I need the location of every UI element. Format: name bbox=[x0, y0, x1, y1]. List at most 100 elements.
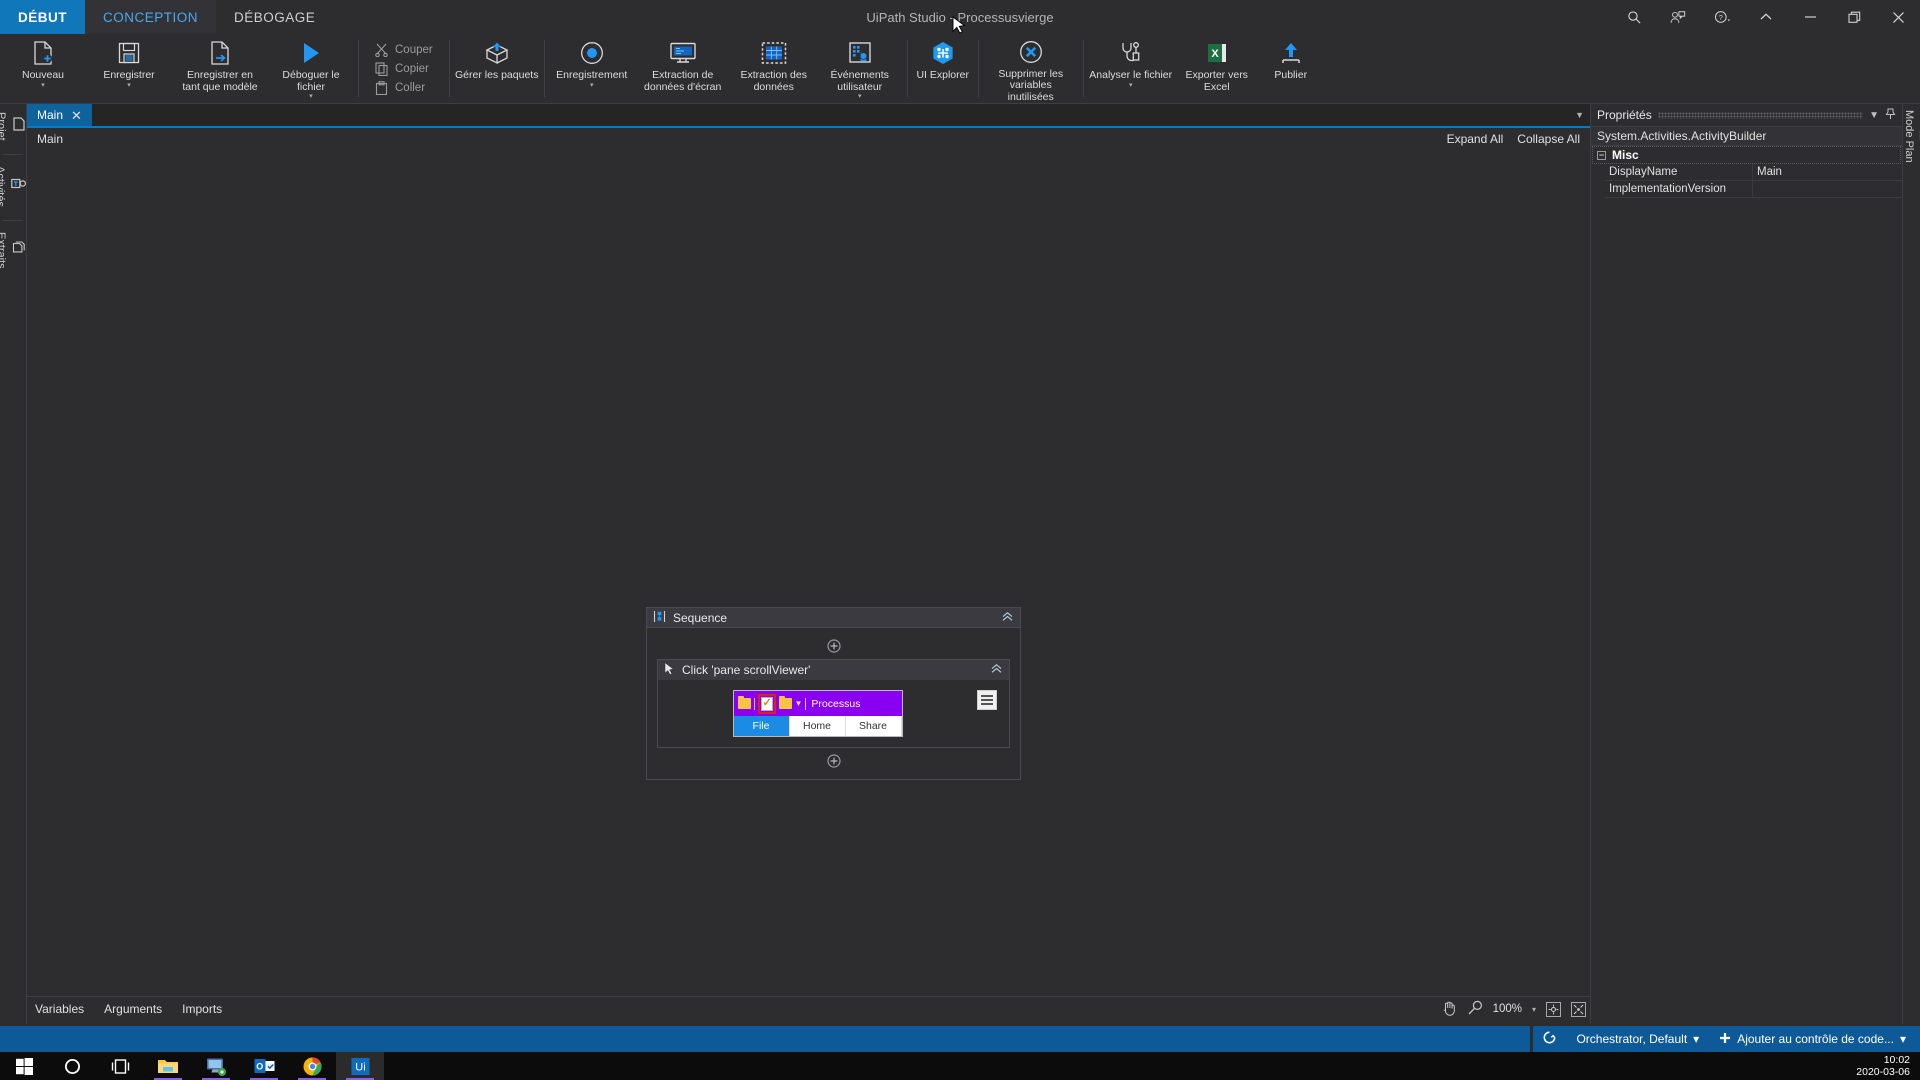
ribbon-button-enregistrer-modele[interactable]: Enregistrer en tant que modèle bbox=[172, 34, 268, 103]
ribbon-button-analyser-fichier[interactable]: Analyser le fichier ▾ bbox=[1088, 34, 1174, 103]
ribbon-button-enregistrer[interactable]: Enregistrer ▾ bbox=[86, 34, 172, 103]
tab-imports[interactable]: Imports bbox=[182, 1002, 222, 1016]
ribbon-button-enregistrement[interactable]: Enregistrement ▾ bbox=[549, 34, 635, 103]
chevron-up-icon[interactable] bbox=[1001, 611, 1014, 625]
ribbon-button-gerer-paquets[interactable]: Gérer les paquets bbox=[454, 34, 540, 103]
document-check-icon bbox=[760, 696, 773, 711]
add-activity-top[interactable] bbox=[657, 636, 1010, 656]
chevron-down-icon[interactable]: ▾ bbox=[1532, 1005, 1536, 1014]
status-bar-orchestrator: Orchestrator, Default ▾ Ajouter au contr… bbox=[1533, 1026, 1920, 1052]
activity-header[interactable]: Click 'pane scrollViewer' bbox=[658, 660, 1009, 680]
outlook-button[interactable]: O bbox=[240, 1052, 288, 1080]
ribbon-button-publier[interactable]: Publier bbox=[1260, 34, 1322, 103]
task-view-button[interactable] bbox=[96, 1052, 144, 1080]
sidebar-item-mode-plan[interactable]: Mode Plan bbox=[1903, 104, 1920, 169]
click-activity[interactable]: Click 'pane scrollViewer' ✓ ▼ Processus … bbox=[657, 659, 1010, 748]
overview-icon[interactable] bbox=[1571, 1001, 1586, 1017]
sidebar-item-label: Activités bbox=[0, 165, 6, 207]
ribbon-button-extraction-donnees[interactable]: Extraction des données bbox=[731, 34, 817, 103]
chevron-down-icon[interactable]: ▾ bbox=[1900, 1032, 1906, 1046]
add-to-source-control-button[interactable]: Ajouter au contrôle de code... ▾ bbox=[1719, 1032, 1906, 1047]
zoom-level[interactable]: 100% bbox=[1493, 1003, 1522, 1015]
highlighted-target-element bbox=[757, 693, 776, 714]
property-row-displayname[interactable]: DisplayName Main bbox=[1605, 164, 1902, 181]
search-icon[interactable] bbox=[1612, 0, 1656, 34]
chevron-down-icon[interactable]: ▾ bbox=[858, 93, 862, 100]
sidebar-item-extraits[interactable]: Extraits bbox=[0, 224, 26, 279]
ribbon-button-extraction-ecran[interactable]: Extraction de données d'écran bbox=[635, 34, 731, 103]
help-icon[interactable]: ? bbox=[1700, 0, 1744, 34]
workflow-canvas[interactable]: Sequence Click 'pane scrollViewer' ✓ ▼ P… bbox=[27, 150, 1590, 1024]
collapse-group-icon[interactable]: − bbox=[1597, 150, 1606, 160]
collapse-ribbon-icon[interactable] bbox=[1744, 0, 1788, 34]
ribbon-button-couper[interactable]: Couper bbox=[367, 40, 441, 59]
ribbon-label: Exporter vers Excel bbox=[1185, 69, 1248, 93]
ribbon-tab-conception[interactable]: CONCEPTION bbox=[85, 0, 217, 34]
properties-panel: Propriétés ▼ System.Activities.ActivityB… bbox=[1590, 104, 1902, 1024]
ribbon-label: Extraction de données d'écran bbox=[644, 69, 722, 93]
ribbon-button-nouveau[interactable]: Nouveau ▾ bbox=[0, 34, 86, 103]
chevron-down-icon[interactable]: ▾ bbox=[590, 82, 594, 89]
ribbon-tab-debogage[interactable]: DÉBOGAGE bbox=[216, 0, 333, 34]
minimize-button[interactable] bbox=[1788, 0, 1832, 34]
taskbar-clock[interactable]: 10:02 2020-03-06 bbox=[1856, 1052, 1910, 1080]
sidebar-item-label: Projet bbox=[0, 112, 7, 141]
sidebar-item-projet[interactable]: Projet bbox=[0, 104, 26, 151]
breadcrumb[interactable]: Main bbox=[37, 132, 63, 146]
ribbon-button-exporter-excel[interactable]: X Exporter vers Excel bbox=[1174, 34, 1260, 103]
divider bbox=[805, 697, 807, 710]
chevron-down-icon[interactable]: ▾ bbox=[1129, 82, 1133, 89]
user-feedback-icon[interactable] bbox=[1656, 0, 1700, 34]
start-button[interactable] bbox=[0, 1052, 48, 1080]
magnifier-icon[interactable] bbox=[1467, 1000, 1483, 1019]
property-row-implementationversion[interactable]: ImplementationVersion bbox=[1605, 181, 1902, 198]
sequence-header[interactable]: Sequence bbox=[647, 608, 1020, 628]
close-button[interactable] bbox=[1876, 0, 1920, 34]
remote-desktop-button[interactable] bbox=[192, 1052, 240, 1080]
chevron-down-icon[interactable]: ▼ bbox=[1575, 104, 1584, 126]
file-explorer-button[interactable] bbox=[144, 1052, 192, 1080]
sequence-container[interactable]: Sequence Click 'pane scrollViewer' ✓ ▼ P… bbox=[646, 607, 1021, 780]
chevron-up-icon[interactable] bbox=[990, 663, 1003, 677]
chevron-down-icon[interactable]: ▼ bbox=[1869, 110, 1879, 121]
add-activity-bottom[interactable] bbox=[657, 751, 1010, 771]
pin-icon[interactable] bbox=[1885, 108, 1896, 123]
chevron-down-icon[interactable]: ▾ bbox=[41, 82, 45, 89]
property-value[interactable]: Main bbox=[1753, 164, 1902, 180]
orchestrator-connection[interactable]: Orchestrator, Default ▾ bbox=[1576, 1032, 1699, 1046]
ribbon-tab-debut[interactable]: DÉBUT bbox=[0, 0, 85, 34]
designer-tab-main[interactable]: Main ✕ bbox=[27, 104, 92, 126]
ribbon-button-ui-explorer[interactable]: UI Explorer bbox=[912, 34, 974, 103]
activity-menu-icon[interactable] bbox=[977, 690, 997, 710]
properties-group-misc[interactable]: − Misc bbox=[1592, 146, 1901, 164]
collapse-all-button[interactable]: Collapse All bbox=[1517, 132, 1580, 146]
sidebar-item-activites[interactable]: Activités bbox=[0, 158, 27, 217]
drag-handle[interactable] bbox=[1657, 111, 1864, 119]
sync-status[interactable] bbox=[1543, 1031, 1556, 1047]
tab-arguments[interactable]: Arguments bbox=[104, 1002, 162, 1016]
svg-text:X: X bbox=[1211, 48, 1219, 60]
ribbon-button-supprimer-variables[interactable]: Supprimer les variables inutilisées bbox=[983, 34, 1079, 103]
cortana-button[interactable] bbox=[48, 1052, 96, 1080]
ribbon-button-evenements-utilisateur[interactable]: Événements utilisateur ▾ bbox=[817, 34, 903, 103]
chevron-down-icon[interactable]: ▾ bbox=[1693, 1032, 1699, 1046]
uipath-button[interactable]: Ui bbox=[336, 1052, 384, 1080]
target-screenshot-thumbnail[interactable]: ▼ Processus File Home Share bbox=[732, 690, 903, 737]
property-value[interactable] bbox=[1753, 181, 1902, 197]
ribbon-label: Analyser le fichier bbox=[1089, 69, 1173, 81]
chevron-down-icon[interactable]: ▾ bbox=[309, 93, 313, 100]
ribbon-button-copier[interactable]: Copier bbox=[367, 59, 441, 78]
restore-button[interactable] bbox=[1832, 0, 1876, 34]
ribbon-label: Événements utilisateur bbox=[830, 69, 889, 93]
ribbon-button-deboguer-fichier[interactable]: Déboguer le fichier ▾ bbox=[268, 34, 354, 103]
property-key: ImplementationVersion bbox=[1605, 181, 1753, 197]
ribbon-button-coller[interactable]: Coller bbox=[367, 78, 441, 97]
chrome-button[interactable] bbox=[288, 1052, 336, 1080]
expand-all-button[interactable]: Expand All bbox=[1447, 132, 1504, 146]
close-icon[interactable]: ✕ bbox=[71, 109, 82, 122]
chevron-down-icon[interactable]: ▾ bbox=[127, 82, 131, 89]
tab-variables[interactable]: Variables bbox=[35, 1002, 84, 1016]
pan-hand-icon[interactable] bbox=[1441, 1000, 1457, 1019]
user-events-icon bbox=[848, 40, 872, 66]
fit-to-screen-icon[interactable] bbox=[1546, 1001, 1561, 1017]
